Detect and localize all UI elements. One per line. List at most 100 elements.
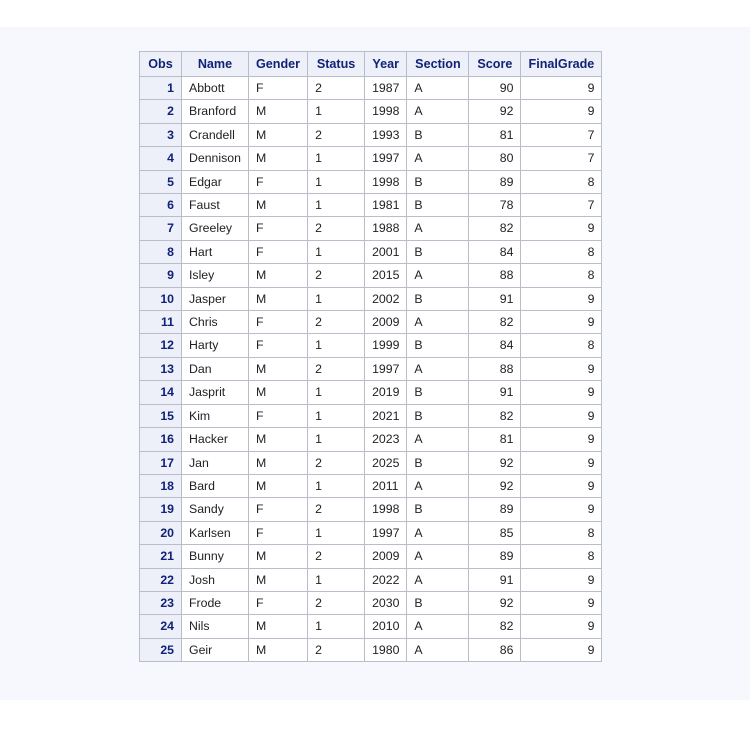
cell-year: 2025 (364, 450, 408, 475)
cell-score: 89 (468, 169, 522, 195)
table-row[interactable]: 20 Karlsen F 1 1997 A 85 8 (139, 520, 603, 546)
cell-status: 2 (307, 590, 366, 616)
cell-score: 92 (468, 590, 522, 616)
row-header-obs: 5 (139, 169, 182, 195)
cell-score: 86 (468, 637, 522, 663)
table-row[interactable]: 22 Josh M 1 2022 A 91 9 (139, 567, 603, 592)
cell-finalgrade: 9 (520, 637, 603, 663)
table-row[interactable]: 4 Dennison M 1 1997 A 80 7 (139, 146, 603, 171)
cell-name: Geir (181, 637, 249, 663)
table-header: Obs Name Gender Status Year Section Scor… (139, 51, 603, 77)
cell-gender: F (247, 333, 309, 358)
column-header-finalgrade[interactable]: FinalGrade (520, 51, 603, 77)
cell-name: Abbott (181, 75, 249, 101)
cell-score: 89 (468, 497, 522, 522)
cell-name: Isley (181, 263, 249, 288)
cell-finalgrade: 9 (520, 380, 603, 405)
cell-gender: M (247, 473, 309, 499)
cell-name: Hart (181, 239, 249, 265)
row-header-obs: 25 (139, 637, 182, 663)
cell-score: 92 (468, 473, 522, 499)
row-header-obs: 9 (139, 263, 182, 288)
cell-section: B (406, 122, 470, 148)
cell-score: 89 (468, 544, 522, 569)
cell-section: B (406, 380, 470, 405)
table-row[interactable]: 9 Isley M 2 2015 A 88 8 (139, 263, 603, 288)
cell-finalgrade: 9 (520, 99, 603, 124)
table-row[interactable]: 19 Sandy F 2 1998 B 89 9 (139, 497, 603, 522)
column-header-score[interactable]: Score (468, 51, 522, 77)
cell-score: 92 (468, 99, 522, 124)
cell-section: A (406, 520, 470, 546)
table-row[interactable]: 16 Hacker M 1 2023 A 81 9 (139, 427, 603, 452)
column-header-name[interactable]: Name (181, 51, 249, 77)
cell-section: A (406, 637, 470, 663)
sas-output-table: Obs Name Gender Status Year Section Scor… (139, 51, 603, 663)
cell-year: 2010 (364, 614, 408, 639)
row-header-obs: 24 (139, 614, 182, 639)
cell-name: Harty (181, 333, 249, 358)
table-row[interactable]: 14 Jasprit M 1 2019 B 91 9 (139, 380, 603, 405)
cell-score: 91 (468, 380, 522, 405)
row-header-obs: 10 (139, 286, 182, 312)
table-row[interactable]: 7 Greeley F 2 1988 A 82 9 (139, 216, 603, 241)
cell-finalgrade: 9 (520, 497, 603, 522)
table-row[interactable]: 1 Abbott F 2 1987 A 90 9 (139, 75, 603, 101)
cell-score: 82 (468, 403, 522, 429)
cell-finalgrade: 8 (520, 239, 603, 265)
cell-finalgrade: 8 (520, 333, 603, 358)
table-row[interactable]: 13 Dan M 2 1997 A 88 9 (139, 356, 603, 382)
cell-section: A (406, 614, 470, 639)
cell-year: 2021 (364, 403, 408, 429)
table-row[interactable]: 12 Harty F 1 1999 B 84 8 (139, 333, 603, 358)
table-row[interactable]: 25 Geir M 2 1980 A 86 9 (139, 637, 603, 663)
table-row[interactable]: 11 Chris F 2 2009 A 82 9 (139, 310, 603, 335)
table-row[interactable]: 6 Faust M 1 1981 B 78 7 (139, 193, 603, 218)
table-row[interactable]: 8 Hart F 1 2001 B 84 8 (139, 239, 603, 265)
cell-year: 1980 (364, 637, 408, 663)
table-row[interactable]: 15 Kim F 1 2021 B 82 9 (139, 403, 603, 429)
cell-section: B (406, 239, 470, 265)
table-row[interactable]: 18 Bard M 1 2011 A 92 9 (139, 473, 603, 499)
cell-section: A (406, 310, 470, 335)
cell-name: Sandy (181, 497, 249, 522)
table-row[interactable]: 21 Bunny M 2 2009 A 89 8 (139, 544, 603, 569)
table-row[interactable]: 5 Edgar F 1 1998 B 89 8 (139, 169, 603, 195)
cell-year: 1987 (364, 75, 408, 101)
cell-name: Dan (181, 356, 249, 382)
row-header-obs: 12 (139, 333, 182, 358)
table-row[interactable]: 23 Frode F 2 2030 B 92 9 (139, 590, 603, 616)
column-header-section[interactable]: Section (406, 51, 470, 77)
cell-score: 91 (468, 286, 522, 312)
cell-section: B (406, 497, 470, 522)
cell-year: 1981 (364, 193, 408, 218)
cell-status: 2 (307, 216, 366, 241)
column-header-status[interactable]: Status (307, 51, 366, 77)
table-row[interactable]: 24 Nils M 1 2010 A 82 9 (139, 614, 603, 639)
cell-status: 2 (307, 75, 366, 101)
cell-finalgrade: 9 (520, 216, 603, 241)
column-header-gender[interactable]: Gender (247, 51, 309, 77)
cell-score: 82 (468, 614, 522, 639)
column-header-year[interactable]: Year (364, 51, 408, 77)
row-header-obs: 20 (139, 520, 182, 546)
table-row[interactable]: 3 Crandell M 2 1993 B 81 7 (139, 122, 603, 148)
row-header-obs: 15 (139, 403, 182, 429)
cell-gender: M (247, 567, 309, 592)
cell-finalgrade: 9 (520, 614, 603, 639)
cell-gender: M (247, 286, 309, 312)
cell-status: 1 (307, 286, 366, 312)
cell-finalgrade: 9 (520, 403, 603, 429)
cell-finalgrade: 9 (520, 286, 603, 312)
column-header-obs[interactable]: Obs (139, 51, 182, 77)
cell-year: 2001 (364, 239, 408, 265)
table-row[interactable]: 2 Branford M 1 1998 A 92 9 (139, 99, 603, 124)
cell-name: Jasper (181, 286, 249, 312)
cell-score: 92 (468, 450, 522, 475)
cell-gender: F (247, 216, 309, 241)
cell-section: B (406, 450, 470, 475)
table-row[interactable]: 10 Jasper M 1 2002 B 91 9 (139, 286, 603, 312)
table-header-row: Obs Name Gender Status Year Section Scor… (139, 51, 603, 77)
table-row[interactable]: 17 Jan M 2 2025 B 92 9 (139, 450, 603, 475)
cell-score: 82 (468, 216, 522, 241)
